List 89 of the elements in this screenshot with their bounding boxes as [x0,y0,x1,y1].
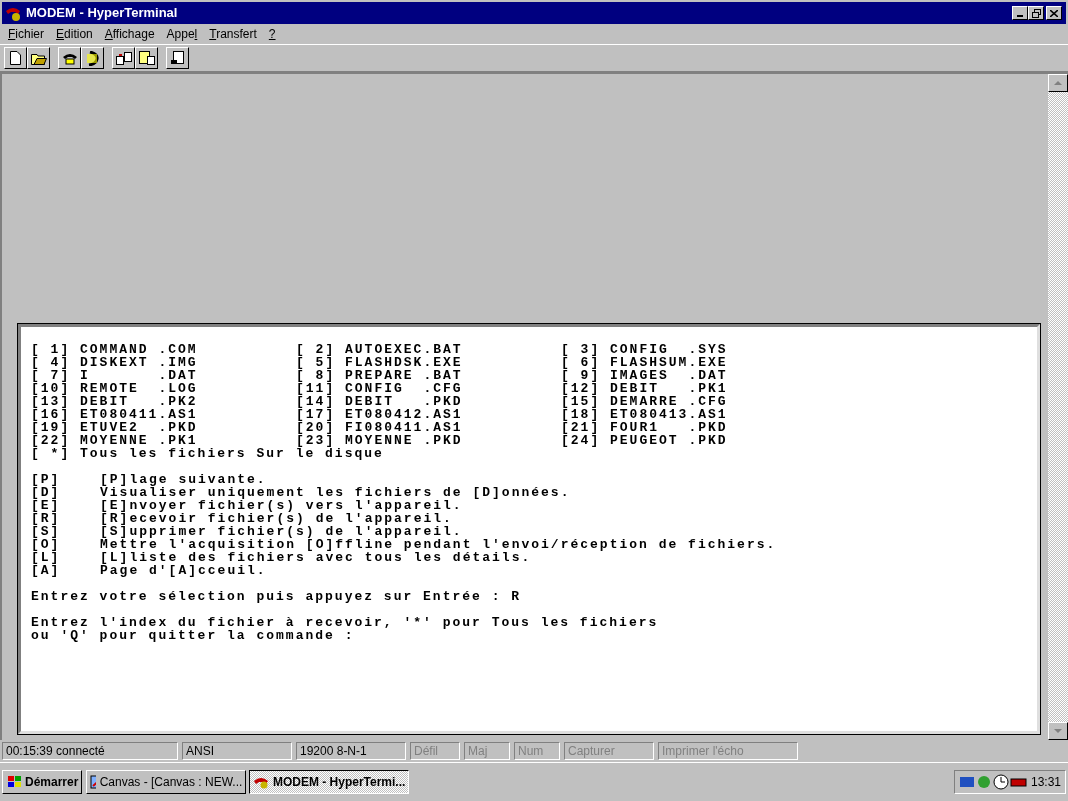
file-entry[interactable]: [15] DEMARRE .CFG [561,395,826,408]
minimize-icon [1017,15,1023,17]
file-entry[interactable]: [ 3] CONFIG .SYS [561,343,826,356]
folder-icon [30,51,47,65]
status-field: Défil [410,742,460,760]
close-icon [1050,9,1058,17]
scroll-down-button[interactable] [1048,722,1068,740]
file-entry[interactable]: [ 4] DISKEXT .IMG [31,356,296,369]
menu-item[interactable]: Transfert [203,25,263,43]
send-button[interactable] [112,47,135,69]
menu-item[interactable]: Appel [160,25,204,43]
option-description: [E]nvoyer fichier(s) vers l'appareil. [100,499,463,512]
option-description: Page d'[A]cceuil. [100,564,267,577]
scroll-up-button[interactable] [1048,74,1068,92]
file-entry[interactable]: [ 5] FLASHDSK.EXE [296,356,561,369]
blank-page-icon [10,51,21,65]
file-entry[interactable]: [24] PEUGEOT .PKD [561,434,826,447]
option-description: Mettre l'acquisition [O]ffline pendant l'envoi/réception de fichiers. [100,538,777,551]
menu-item[interactable]: Affichage [98,25,161,43]
file-entry[interactable]: [12] DEBIT .PK1 [561,382,826,395]
menu-item[interactable]: Edition [50,25,99,43]
terminal-line: ou 'Q' pour quitter la commande : [31,629,355,642]
option-key: [L] [31,551,100,564]
terminal-line: [ *] Tous les fichiers Sur le disque [31,447,384,460]
tray-icons-drawing [959,774,1027,790]
option-key: [S] [31,525,100,538]
option-key: [E] [31,499,100,512]
connect-button[interactable] [58,47,81,69]
properties-button[interactable] [166,47,189,69]
telephone-icon [4,5,22,21]
file-entry[interactable]: [17] ET080412.AS1 [296,408,561,421]
telephone-icon [61,51,78,65]
status-field: Maj [464,742,510,760]
file-entry[interactable]: [ 9] IMAGES .DAT [561,369,826,382]
windows-logo-icon [6,775,22,789]
telephone-icon [253,775,269,789]
option-key: [A] [31,564,100,577]
start-button[interactable]: Démarrer [2,770,83,794]
file-entry[interactable]: [ 1] COMMAND .COM [31,343,296,356]
maximize-button[interactable] [1028,6,1044,20]
pages-icon [138,51,155,65]
receive-button[interactable] [135,47,158,69]
up-arrow-icon [1054,81,1062,85]
window-title: MODEM - HyperTerminal [26,4,179,23]
file-entry[interactable]: [20] FI080411.AS1 [296,421,561,434]
option-key: [R] [31,512,100,525]
option-description: Visualiser uniquement les fichiers de [D]onnées. [100,486,571,499]
option-key: [D] [31,486,100,499]
status-field: Capturer [564,742,654,760]
file-entry[interactable]: [22] MOYENNE .PK1 [31,434,296,447]
status-field: 19200 8-N-1 [296,742,406,760]
minimize-button[interactable] [1012,6,1028,20]
status-field: 00:15:39 connecté [2,742,178,760]
terminal-prompt: Entrez votre sélection puis appuyez sur Entrée : R [31,590,522,603]
clock: 13:31 [1030,774,1061,791]
option-description: [L]liste des fichiers avec tous les détails. [100,551,532,564]
open-button[interactable] [27,47,50,69]
option-description: [S]upprimer fichier(s) de l'appareil. [100,525,463,538]
file-entry[interactable]: [21] FOUR1 .PKD [561,421,826,434]
option-key: [O] [31,538,100,551]
file-entry[interactable]: [14] DEBIT .PKD [296,395,561,408]
option-description: [P]lage suivante. [100,473,267,486]
close-button[interactable] [1046,6,1062,20]
status-field: Imprimer l'écho [658,742,798,760]
terminal-line: Entrez l'index du fichier à recevoir, '*' pour Tous les fichiers [31,616,659,629]
taskbar-button[interactable]: Canvas - [Canvas : NEW... [86,770,247,794]
status-field: Num [514,742,560,760]
option-key: [P] [31,473,100,486]
down-arrow-icon [1054,729,1062,733]
file-entry[interactable]: [ 2] AUTOEXEC.BAT [296,343,561,356]
file-entry[interactable]: [23] MOYENNE .PKD [296,434,561,447]
file-entry[interactable]: [11] CONFIG .CFG [296,382,561,395]
pages-icon [115,51,132,65]
file-entry[interactable]: [19] ETUVE2 .PKD [31,421,296,434]
menu-item[interactable]: Fichier [2,25,51,43]
new-document-button[interactable] [4,47,27,69]
file-entry[interactable]: [ 6] FLASHSUM.EXE [561,356,826,369]
restore-icon [1031,8,1041,18]
file-entry[interactable]: [10] REMOTE .LOG [31,382,296,395]
file-entry[interactable]: [ 7] I .DAT [31,369,296,382]
file-entry[interactable]: [16] ET080411.AS1 [31,408,296,421]
status-field: ANSI [182,742,292,760]
menu-item[interactable]: ? [262,25,282,43]
file-entry[interactable]: [ 8] PREPARE .BAT [296,369,561,382]
file-entry[interactable]: [13] DEBIT .PK2 [31,395,296,408]
disconnect-button[interactable] [81,47,104,69]
option-description: [R]ecevoir fichier(s) de l'appareil. [100,512,453,525]
taskbar-button[interactable]: MODEM - HyperTermi... [249,770,410,794]
file-entry[interactable]: [18] ET080413.AS1 [561,408,826,421]
